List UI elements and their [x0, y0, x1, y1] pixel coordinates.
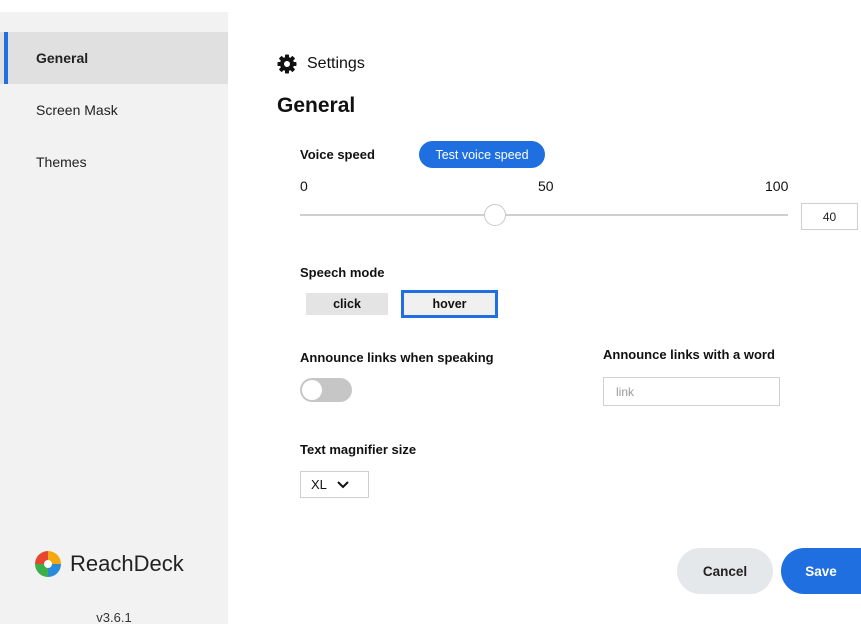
voice-speed-slider-thumb[interactable] — [484, 204, 507, 226]
voice-speed-label: Voice speed — [300, 147, 375, 162]
sidebar-item-general[interactable]: General — [0, 32, 228, 84]
announce-links-toggle[interactable] — [300, 378, 352, 402]
magnifier-size-label: Text magnifier size — [300, 442, 417, 457]
sidebar-item-themes[interactable]: Themes — [0, 136, 228, 188]
speech-mode-click-button[interactable]: click — [306, 293, 388, 315]
toggle-knob — [302, 380, 322, 400]
save-button[interactable]: Save — [781, 548, 861, 594]
test-voice-speed-button[interactable]: Test voice speed — [419, 141, 545, 168]
speech-mode-hover-button[interactable]: hover — [401, 290, 498, 318]
slider-tick-max: 100 — [765, 178, 789, 194]
sidebar: General Screen Mask Themes — [0, 12, 228, 624]
brand: ReachDeck — [34, 548, 184, 580]
reachdeck-logo-icon — [35, 551, 61, 577]
cancel-button[interactable]: Cancel — [677, 548, 773, 594]
magnifier-size-value: XL — [311, 477, 327, 492]
gear-icon — [277, 54, 297, 74]
magnifier-size-select[interactable]: XL — [300, 471, 369, 498]
header-title: Settings — [307, 55, 365, 72]
brand-name: ReachDeck — [70, 551, 184, 576]
chevron-down-icon — [337, 480, 349, 488]
voice-speed-slider-track[interactable] — [300, 214, 788, 216]
version-label: v3.6.1 — [96, 610, 132, 625]
sidebar-item-screen-mask[interactable]: Screen Mask — [0, 84, 228, 136]
announce-word-input[interactable] — [603, 377, 780, 406]
announce-word-label: Announce links with a word — [603, 347, 775, 362]
slider-tick-min: 0 — [300, 178, 308, 194]
voice-speed-number-input[interactable] — [801, 203, 858, 230]
announce-links-label: Announce links when speaking — [300, 350, 494, 365]
slider-tick-mid: 50 — [538, 178, 554, 194]
settings-header: Settings — [277, 54, 365, 74]
speech-mode-label: Speech mode — [300, 265, 385, 280]
page-title: General — [277, 94, 356, 117]
